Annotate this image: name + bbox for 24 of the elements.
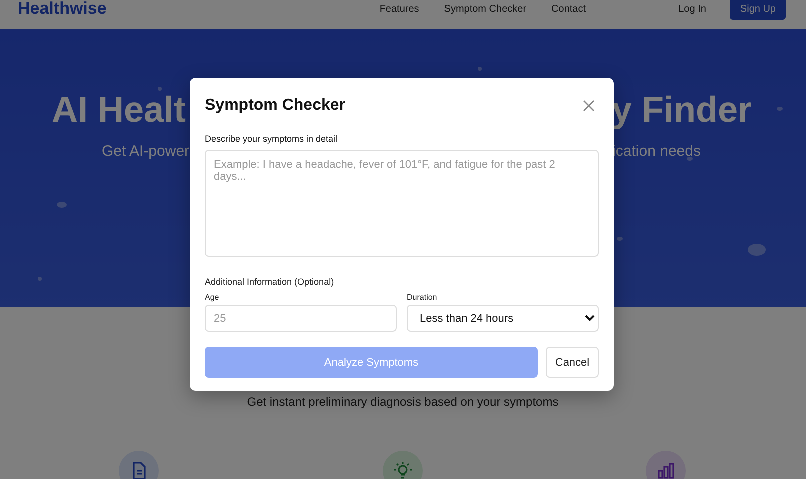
hero-title: AI Healt — [52, 89, 186, 131]
symptoms-field[interactable]: Example: I have a headache, fever of 101°F, and fatigue for the past 2 days... — [205, 150, 599, 257]
cancel-button[interactable]: Cancel — [546, 347, 599, 378]
dialog-title: Symptom Checker — [205, 97, 346, 115]
hero-subtitle: ication needs — [612, 143, 701, 160]
document-icon — [119, 451, 159, 479]
section-label: Additional Information (Optional) — [205, 277, 336, 287]
nav-link[interactable]: Symptom Checker — [444, 4, 527, 14]
nav-link[interactable]: Contact — [552, 4, 586, 14]
nav-link[interactable]: Features — [380, 4, 420, 14]
close-icon[interactable] — [583, 100, 595, 112]
hero-title: y Finder — [612, 89, 752, 131]
lightbulb-icon — [382, 451, 422, 479]
field-label: Describe your symptoms in detail — [205, 134, 339, 144]
duration-dropdown[interactable]: Less than 24 hours — [407, 305, 599, 332]
signup-button[interactable]: Sign Up — [730, 0, 786, 20]
section-subtitle: Get instant preliminary diagnosis based on your symptoms — [247, 395, 559, 409]
field-label: Duration — [407, 293, 438, 302]
field-label: Age — [205, 293, 220, 302]
age-field[interactable]: 25 — [205, 305, 397, 332]
bar-chart-icon — [646, 451, 686, 479]
logo[interactable]: Healthwise — [18, 0, 107, 19]
hero-subtitle: Get AI-power — [102, 143, 190, 160]
login-link[interactable]: Log In — [678, 4, 706, 14]
